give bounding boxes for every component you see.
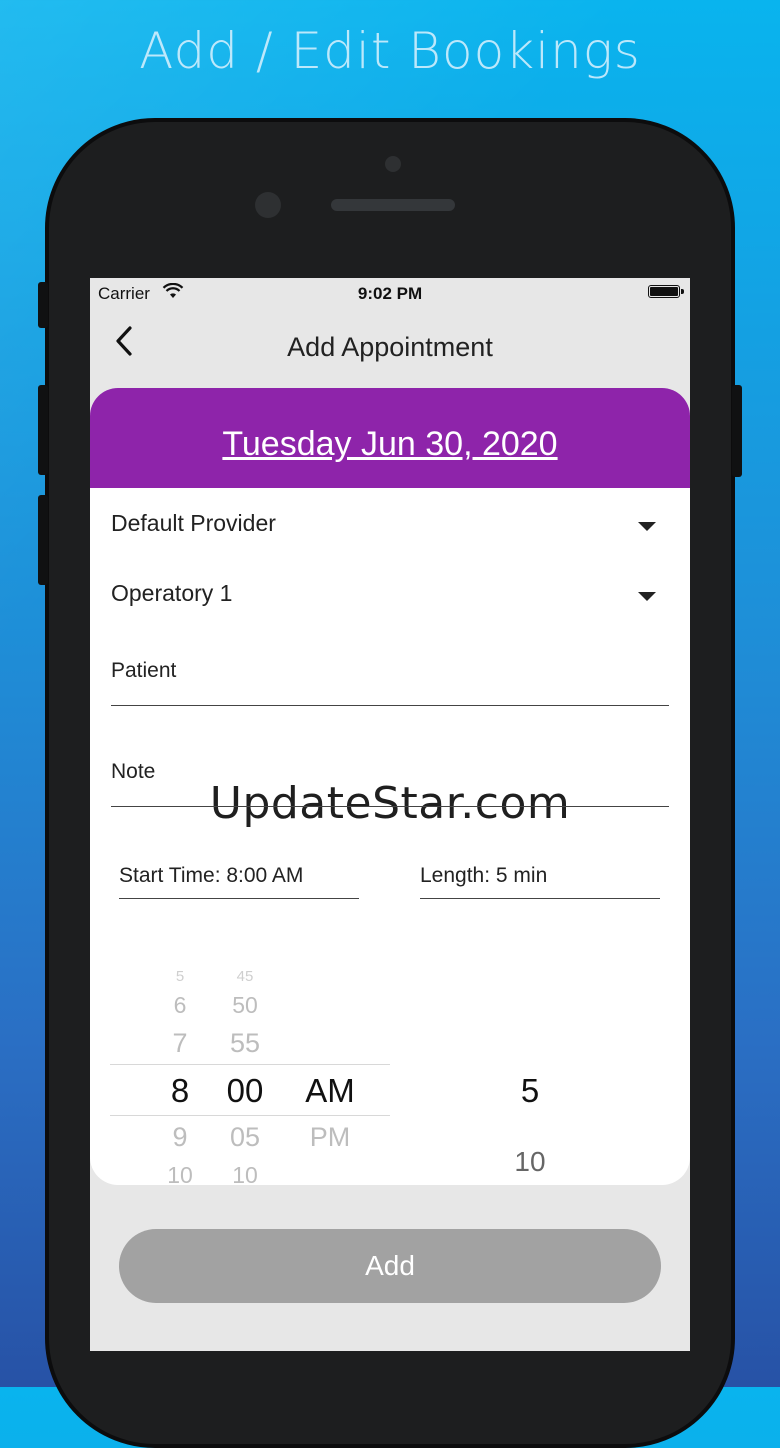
picker-item: 55 [229,1028,261,1058]
period-wheel[interactable]: AM PM [290,948,370,1188]
add-button[interactable]: Add [119,1229,661,1303]
start-time-picker[interactable]: 5 6 7 8 9 10 45 50 55 00 05 10 AM PM [110,948,390,1188]
caret-down-icon [638,592,656,601]
minute-wheel[interactable]: 45 50 55 00 05 10 [215,948,275,1188]
phone-volume-up [38,385,48,475]
picker-item: PM [309,1122,351,1152]
app-screen: Carrier 9:02 PM Add Appointment Tuesday … [90,278,690,1351]
length-picker[interactable]: 5 10 [480,948,580,1188]
phone-camera [255,192,281,218]
start-time-field[interactable]: Start Time: 8:00 AM [119,854,359,899]
picker-item: 05 [229,1122,261,1152]
start-time-label: Start Time: 8:00 AM [119,864,304,887]
patient-label: Patient [111,659,177,682]
note-label: Note [111,760,156,783]
phone-sensor [385,156,401,172]
picker-item: 9 [172,1122,188,1152]
picker-item: 6 [173,992,187,1018]
picker-item-selected: 5 [520,1072,540,1109]
operatory-value: Operatory 1 [111,580,233,606]
picker-item: 7 [172,1028,188,1058]
battery-icon [648,285,684,298]
provider-dropdown[interactable]: Default Provider [111,510,661,554]
hour-wheel[interactable]: 5 6 7 8 9 10 [150,948,210,1188]
page-title: Add Appointment [287,332,493,362]
status-bar: Carrier 9:02 PM [90,278,690,308]
picker-item: 45 [236,968,254,985]
phone-volume-down [38,495,48,585]
picker-item: 10 [232,1162,258,1188]
picker-item: 50 [232,992,258,1018]
provider-value: Default Provider [111,510,276,536]
date-picker-link[interactable]: Tuesday Jun 30, 2020 [90,425,690,464]
phone-side-button [38,282,48,328]
phone-power-button [732,385,742,477]
picker-item: 10 [167,1162,193,1188]
picker-item: 10 [514,1146,546,1177]
picker-item-selected: 8 [170,1072,190,1109]
operatory-dropdown[interactable]: Operatory 1 [111,580,661,624]
status-time: 9:02 PM [357,284,423,303]
promo-headline: Add / Edit Bookings [139,22,641,80]
patient-field[interactable]: Patient [111,643,669,706]
length-label: Length: 5 min [420,864,548,887]
phone-speaker [331,199,455,211]
picker-item-selected: 00 [226,1072,264,1109]
length-field[interactable]: Length: 5 min [420,854,660,899]
caret-down-icon [638,522,656,531]
picker-item: 5 [175,968,185,985]
date-header: Tuesday Jun 30, 2020 [90,388,690,488]
nav-bar: Add Appointment [90,308,690,388]
note-field[interactable]: Note [111,748,669,807]
picker-item-selected: AM [305,1072,355,1109]
